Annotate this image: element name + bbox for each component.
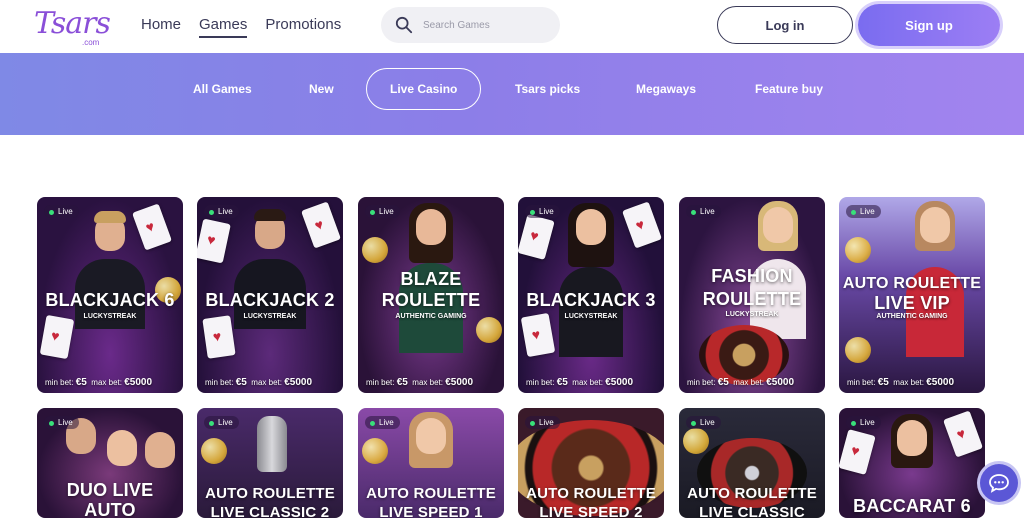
logo-text: Tsars (34, 6, 111, 41)
game-card[interactable]: Live BLACKJACK 3 LUCKYSTREAK min bet: €5… (518, 197, 664, 393)
game-provider: AUTHENTIC GAMING (876, 313, 948, 320)
live-badge: Live (204, 416, 239, 429)
live-badge: Live (44, 205, 79, 218)
live-badge: Live (44, 416, 79, 429)
live-badge: Live (846, 416, 881, 429)
game-card[interactable]: Live BACCARAT 6 (839, 408, 985, 518)
game-title: FASHION (711, 266, 793, 286)
game-title: AUTO ROULETTE (526, 485, 656, 502)
game-card[interactable]: Live AUTO ROULETTE LIVE CLASSIC 2 (197, 408, 343, 518)
game-title-line2: LIVE CLASSIC (699, 504, 805, 518)
bet-limits: min bet: €5 max bet: €5000 (526, 377, 634, 388)
live-badge: Live (846, 205, 881, 218)
game-provider: LUCKYSTREAK (83, 313, 137, 320)
game-title-line2: LIVE CLASSIC 2 (210, 504, 330, 518)
game-provider: LUCKYSTREAK (564, 313, 618, 320)
nav-games[interactable]: Games (199, 16, 248, 38)
bet-limits: min bet: €5 max bet: €5000 (687, 377, 795, 388)
bet-limits: min bet: €5 max bet: €5000 (847, 377, 955, 388)
bet-limits: min bet: €5 max bet: €5000 (45, 377, 153, 388)
game-title-line2: ROULETTE (702, 289, 802, 309)
main-nav: Home Games Promotions (141, 16, 341, 38)
game-title: AUTO ROULETTE (842, 275, 982, 292)
game-title: BLACKJACK 2 (205, 290, 335, 310)
game-provider: AUTHENTIC GAMING (395, 313, 467, 320)
game-title-line2: AUTO (84, 500, 136, 518)
game-card[interactable]: Live FASHION ROULETTE LUCKYSTREAK min be… (679, 197, 825, 393)
site-header: Tsars .com Home Games Promotions Log in … (0, 0, 1024, 53)
game-card[interactable]: Live BLACKJACK 6 LUCKYSTREAK min bet: €5… (37, 197, 183, 393)
game-title-line2: LIVE VIP (874, 293, 950, 313)
logo[interactable]: Tsars .com (34, 6, 114, 48)
nav-promotions[interactable]: Promotions (265, 16, 341, 38)
game-card[interactable]: Live AUTO ROULETTE LIVE SPEED 1 (358, 408, 504, 518)
chat-button[interactable] (980, 464, 1018, 502)
game-card[interactable]: Live AUTO ROULETTE LIVE VIP AUTHENTIC GA… (839, 197, 985, 393)
signup-button[interactable]: Sign up (858, 4, 1000, 46)
live-badge: Live (525, 416, 560, 429)
search-input[interactable] (423, 7, 553, 43)
live-badge: Live (686, 416, 721, 429)
tab-megaways[interactable]: Megaways (636, 82, 696, 96)
tab-feature-buy[interactable]: Feature buy (755, 82, 823, 96)
category-bar: All Games New Live Casino Tsars picks Me… (0, 53, 1024, 135)
tab-live-casino[interactable]: Live Casino (366, 68, 482, 110)
tab-new[interactable]: New (309, 82, 334, 96)
live-badge: Live (204, 205, 239, 218)
game-title: BACCARAT 6 (853, 496, 971, 516)
game-title-line2: ROULETTE (381, 290, 481, 310)
nav-home[interactable]: Home (141, 16, 181, 38)
game-card[interactable]: Live BLACKJACK 2 LUCKYSTREAK min bet: €5… (197, 197, 343, 393)
game-card[interactable]: Live BLAZE ROULETTE AUTHENTIC GAMING min… (358, 197, 504, 393)
game-title-line2: LIVE SPEED 1 (379, 504, 483, 518)
game-provider: LUCKYSTREAK (243, 313, 297, 320)
live-badge: Live (365, 416, 400, 429)
game-title: BLACKJACK 3 (526, 290, 656, 310)
login-button[interactable]: Log in (717, 6, 853, 44)
game-title: AUTO ROULETTE (205, 485, 335, 502)
logo-sub: .com (82, 38, 100, 47)
game-title: BLAZE (400, 269, 462, 289)
bet-limits: min bet: €5 max bet: €5000 (366, 377, 474, 388)
game-card[interactable]: Live DUO LIVE AUTO (37, 408, 183, 518)
game-title: BLACKJACK 6 (45, 290, 175, 310)
tab-tsars-picks[interactable]: Tsars picks (515, 82, 580, 96)
game-title-line2: LIVE SPEED 2 (539, 504, 643, 518)
search-box[interactable] (381, 7, 560, 43)
live-badge: Live (365, 205, 400, 218)
live-badge: Live (686, 205, 721, 218)
bet-limits: min bet: €5 max bet: €5000 (205, 377, 313, 388)
tab-all-games[interactable]: All Games (193, 82, 252, 96)
game-title: AUTO ROULETTE (687, 485, 817, 502)
search-icon (395, 16, 413, 34)
game-card[interactable]: Live AUTO ROULETTE LIVE SPEED 2 (518, 408, 664, 518)
game-title: DUO LIVE (66, 480, 154, 500)
game-title: AUTO ROULETTE (366, 485, 496, 502)
chat-icon (989, 474, 1009, 493)
game-card[interactable]: Live AUTO ROULETTE LIVE CLASSIC (679, 408, 825, 518)
game-provider: LUCKYSTREAK (725, 311, 779, 318)
live-badge: Live (525, 205, 560, 218)
